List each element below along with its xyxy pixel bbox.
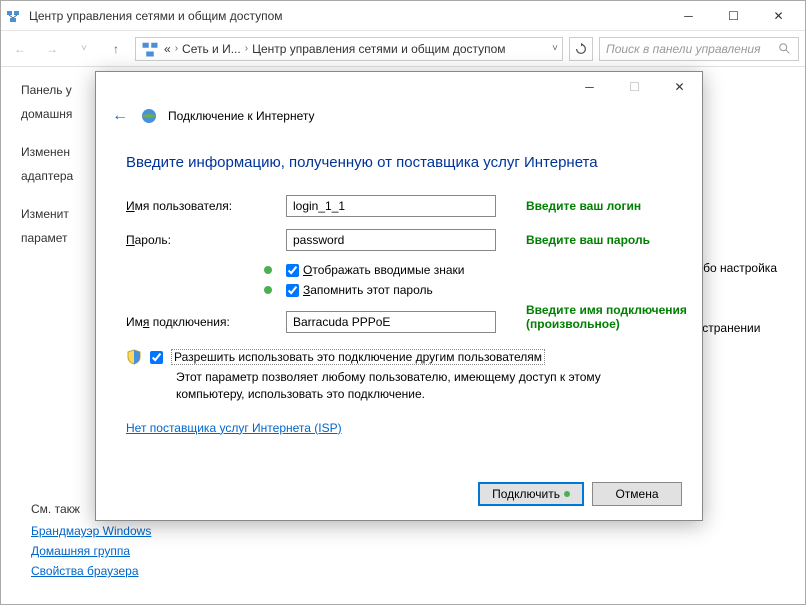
firewall-link[interactable]: Брандмауэр Windows	[31, 524, 151, 538]
maximize-button[interactable]: ☐	[711, 1, 756, 30]
chevron-down-icon[interactable]: ˅	[552, 43, 558, 54]
dialog-close-button[interactable]: ✕	[657, 73, 702, 101]
globe-icon	[140, 107, 158, 125]
window-title: Центр управления сетями и общим доступом	[29, 9, 666, 23]
show-chars-checkbox[interactable]	[286, 264, 299, 277]
chevron-right-icon: ›	[175, 43, 178, 54]
password-input[interactable]	[286, 229, 496, 251]
dialog-titlebar: ─ ☐ ✕	[96, 72, 702, 102]
cancel-button[interactable]: Отмена	[592, 482, 682, 506]
dialog-headline: Введите информацию, полученную от постав…	[126, 154, 672, 171]
password-label: Пароль:	[126, 233, 286, 247]
close-button[interactable]: ✕	[756, 1, 801, 30]
share-checkbox[interactable]	[150, 351, 163, 364]
breadcrumb[interactable]: « › Сеть и И... › Центр управления сетям…	[135, 37, 563, 61]
search-input[interactable]: Поиск в панели управления	[599, 37, 799, 61]
network-icon	[5, 8, 21, 24]
annotation-dot	[264, 266, 272, 274]
minimize-button[interactable]: ─	[666, 1, 711, 30]
network-icon	[140, 39, 160, 59]
connection-name-input[interactable]	[286, 311, 496, 333]
back-arrow-icon[interactable]: ←	[110, 106, 130, 126]
dialog-maximize-button[interactable]: ☐	[612, 73, 657, 101]
crumb-root[interactable]: «	[164, 42, 171, 56]
crumb-network[interactable]: Сеть и И...	[182, 42, 241, 56]
chevron-right-icon: ›	[245, 43, 248, 54]
share-label[interactable]: Разрешить использовать это подключение д…	[171, 349, 545, 365]
back-arrow-icon[interactable]: ←	[7, 36, 33, 62]
search-placeholder: Поиск в панели управления	[606, 42, 778, 56]
refresh-icon	[574, 42, 588, 56]
search-icon	[778, 42, 792, 56]
username-input[interactable]	[286, 195, 496, 217]
browser-props-link[interactable]: Свойства браузера	[31, 564, 151, 578]
dialog-minimize-button[interactable]: ─	[567, 73, 612, 101]
username-hint: Введите ваш логин	[526, 199, 696, 213]
dialog-header: ← Подключение к Интернету	[96, 102, 702, 136]
up-arrow-icon[interactable]: ↑	[103, 36, 129, 62]
connect-dialog: ─ ☐ ✕ ← Подключение к Интернету Введите …	[95, 71, 703, 521]
refresh-button[interactable]	[569, 37, 593, 61]
connection-hint: Введите имя подключения (произвольное)	[526, 303, 696, 331]
dialog-title: Подключение к Интернету	[168, 109, 315, 123]
right-edge-text: т т ибо настройка устранении	[696, 141, 777, 338]
main-titlebar: Центр управления сетями и общим доступом…	[1, 1, 805, 31]
connection-name-label: Имя подключения:	[126, 315, 286, 329]
recent-dropdown-icon[interactable]: ˅	[71, 36, 97, 62]
annotation-dot	[564, 491, 570, 497]
username-label: Имя пользователя:	[126, 199, 286, 213]
share-description: Этот параметр позволяет любому пользоват…	[176, 369, 672, 403]
crumb-current[interactable]: Центр управления сетями и общим доступом	[252, 42, 506, 56]
shield-icon	[126, 349, 142, 365]
remember-label[interactable]: Запомнить этот пароль	[303, 283, 433, 297]
toolbar: ← → ˅ ↑ « › Сеть и И... › Центр управлен…	[1, 31, 805, 67]
show-chars-label[interactable]: Отображать вводимые знаки	[303, 263, 465, 277]
forward-arrow-icon[interactable]: →	[39, 36, 65, 62]
no-isp-link[interactable]: Нет поставщика услуг Интернета (ISP)	[126, 421, 342, 435]
network-center-window: Центр управления сетями и общим доступом…	[0, 0, 806, 605]
homegroup-link[interactable]: Домашняя группа	[31, 544, 151, 558]
password-hint: Введите ваш пароль	[526, 233, 696, 247]
remember-checkbox[interactable]	[286, 284, 299, 297]
connect-button[interactable]: Подключить	[478, 482, 584, 506]
annotation-dot	[264, 286, 272, 294]
